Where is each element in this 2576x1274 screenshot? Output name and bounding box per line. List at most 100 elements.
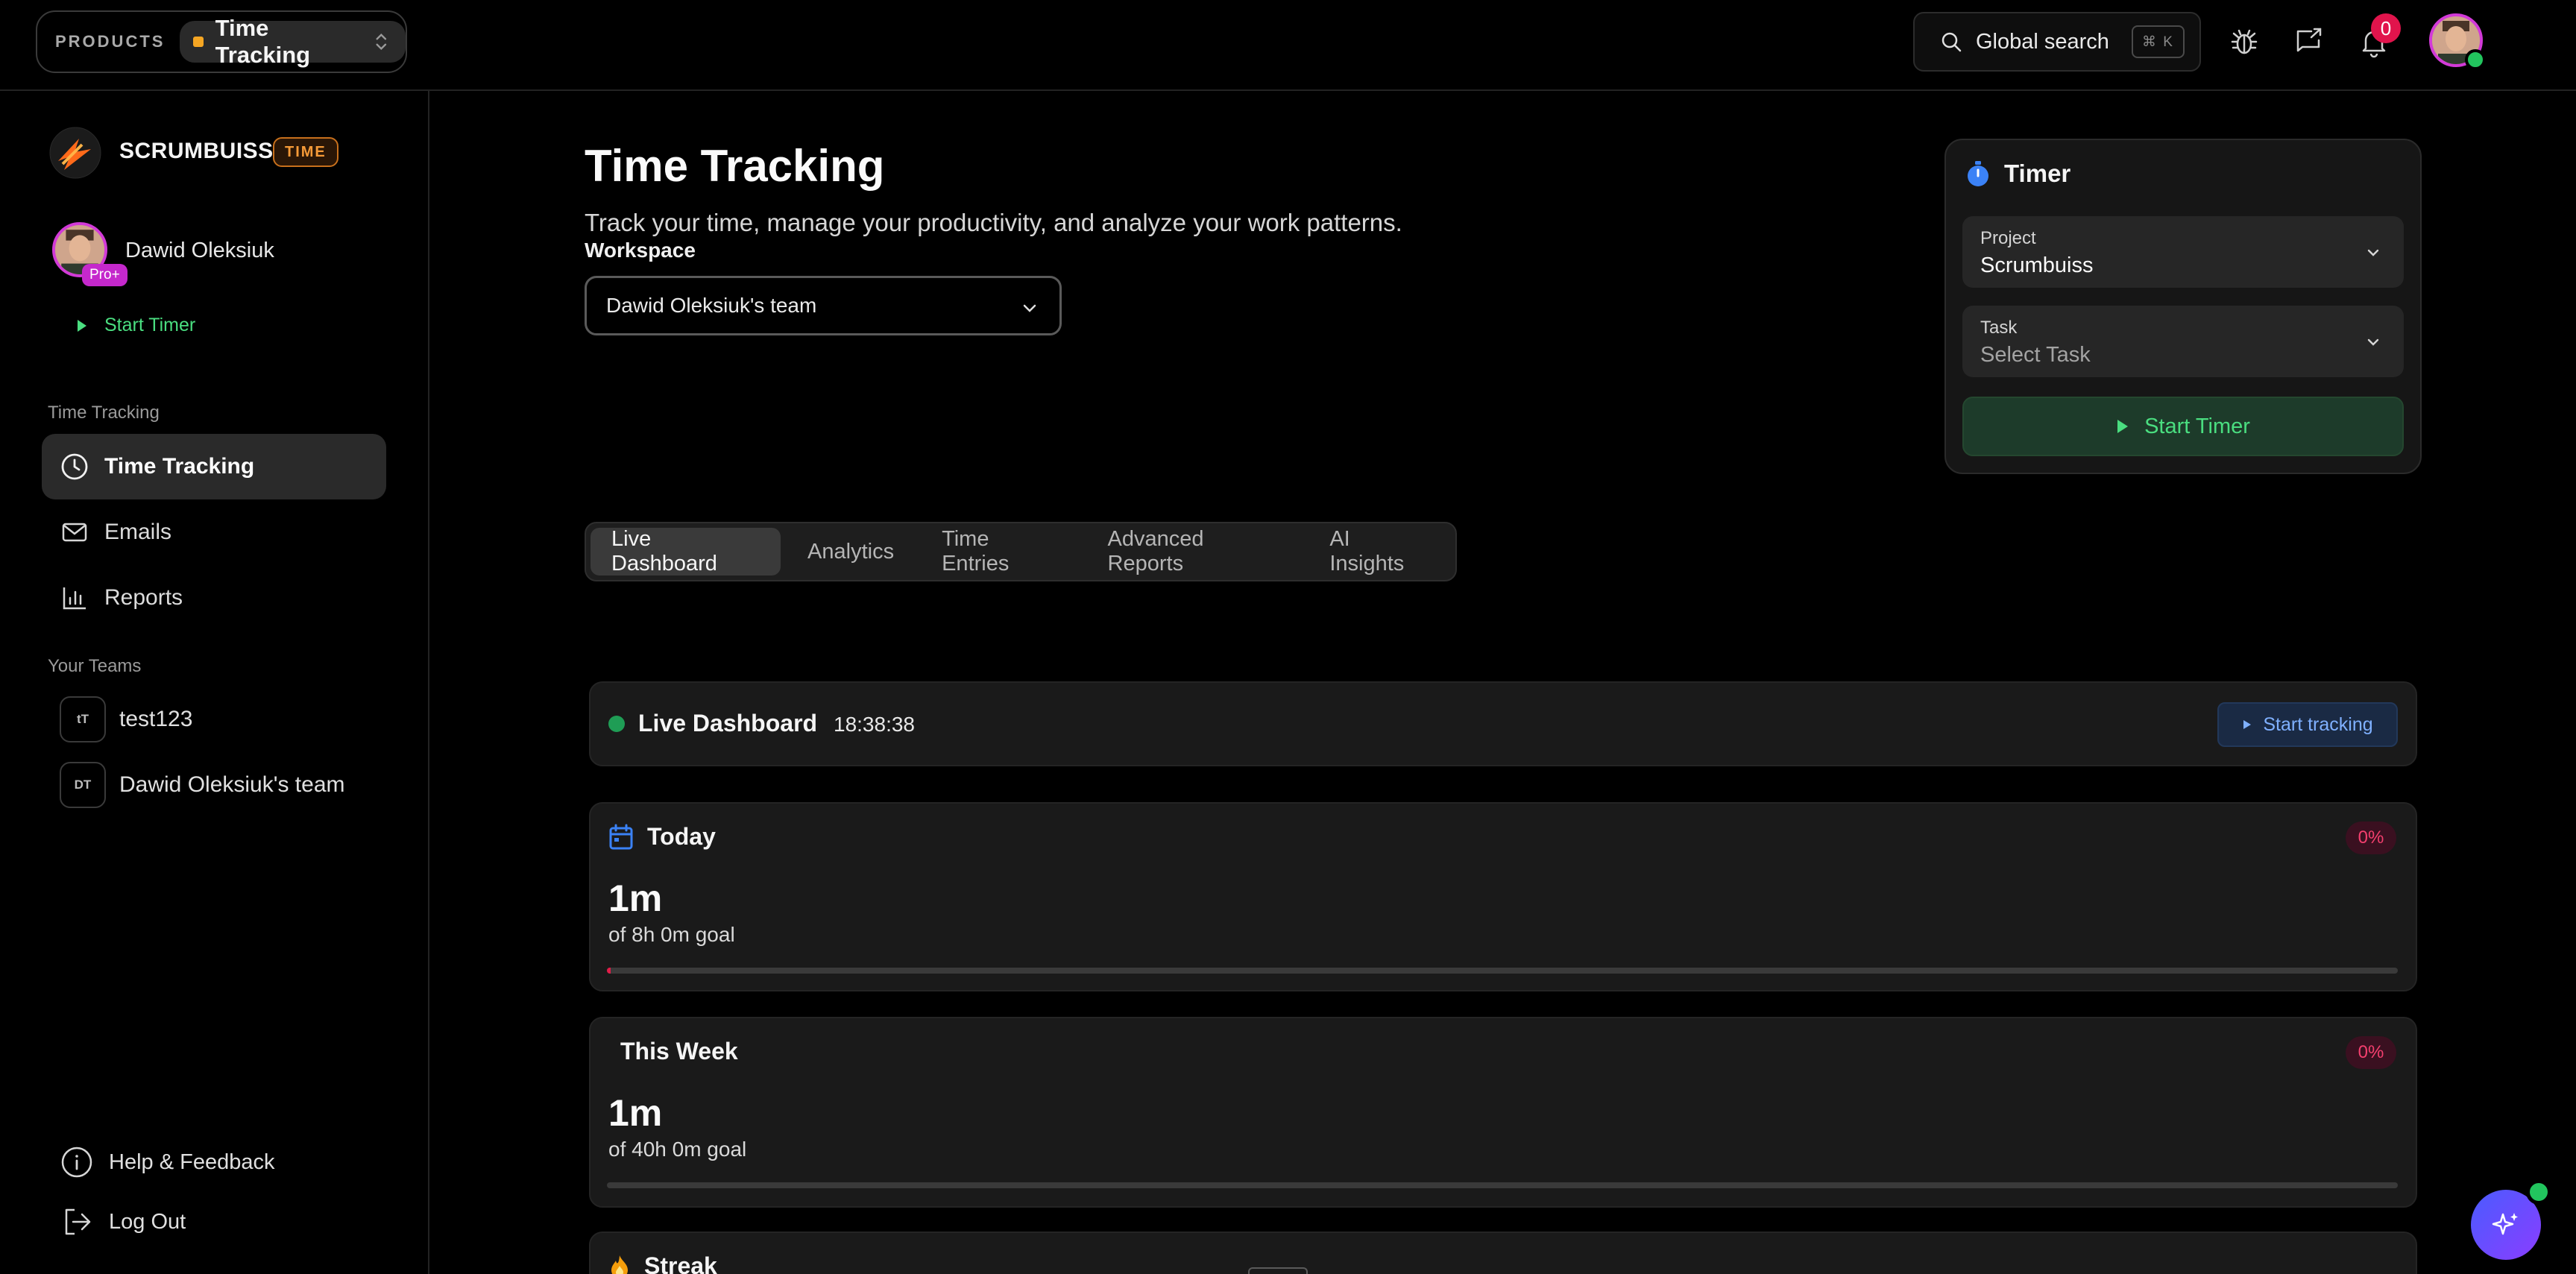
bug-icon[interactable]: [2225, 22, 2264, 61]
team-name: Dawid Oleksiuk's team: [119, 772, 345, 797]
sidebar-item-label: Reports: [104, 585, 183, 610]
section-label-teams: Your Teams: [48, 656, 142, 676]
calendar-icon: [609, 824, 633, 849]
today-card: [589, 802, 2417, 991]
sidebar-item-label: Emails: [104, 520, 172, 544]
week-card-header: This Week: [620, 1038, 738, 1065]
play-icon: [78, 319, 86, 332]
clock-icon: [61, 453, 88, 480]
team-initials-badge: DT: [60, 762, 106, 808]
sidebar-item-time-tracking[interactable]: Time Tracking: [42, 434, 386, 499]
live-clock: 18:38:38: [834, 713, 915, 736]
search-icon: [1942, 32, 1962, 52]
team-item-test123[interactable]: tT test123: [60, 696, 192, 742]
start-timer-label: Start Timer: [2144, 414, 2250, 438]
today-goal: of 8h 0m goal: [608, 923, 735, 946]
start-tracking-label: Start tracking: [2263, 713, 2373, 735]
plan-badge: Pro+: [82, 264, 127, 286]
sidebar-start-timer-button[interactable]: Start Timer: [76, 315, 195, 336]
workspace-select[interactable]: Dawid Oleksiuk's team: [585, 276, 1062, 335]
scrumbuiss-logo-icon: [49, 127, 101, 179]
sidebar-item-reports[interactable]: Reports: [42, 565, 386, 631]
search-shortcut: ⌘ K: [2131, 25, 2185, 58]
week-card: [589, 1017, 2417, 1208]
brand-name: SCRUMBUISS: [119, 139, 274, 163]
team-name: test123: [119, 707, 193, 731]
streak-card-header: Streak: [608, 1252, 717, 1274]
today-card-header: Today: [608, 823, 716, 851]
bar-chart-icon: [63, 587, 86, 610]
play-icon: [2117, 420, 2129, 433]
logout-icon: [65, 1208, 91, 1235]
week-percent-badge: 0%: [2346, 1036, 2396, 1069]
tab-time-entries[interactable]: Time Entries: [921, 527, 1080, 575]
today-progress-fill: [607, 968, 611, 974]
today-progress-bar: [607, 968, 2398, 974]
start-timer-button[interactable]: Start Timer: [1962, 397, 2404, 456]
streak-card: [589, 1232, 2417, 1274]
product-switcher[interactable]: PRODUCTS Time Tracking: [36, 10, 407, 73]
week-progress-bar: [607, 1182, 2398, 1188]
dashboard-tabs: Live Dashboard Analytics Time Entries Ad…: [585, 522, 1457, 581]
project-value: Scrumbuiss: [1980, 253, 2094, 277]
today-percent-badge: 0%: [2346, 822, 2396, 854]
page-subtitle: Track your time, manage your productivit…: [585, 209, 1402, 236]
task-select[interactable]: Task Select Task: [1962, 306, 2404, 377]
tab-analytics[interactable]: Analytics: [787, 528, 915, 575]
sidebar-user-name[interactable]: Dawid Oleksiuk: [125, 239, 274, 263]
assistant-online-dot: [2526, 1179, 2551, 1205]
sparkles-icon: [2492, 1213, 2518, 1235]
week-title: This Week: [620, 1038, 738, 1065]
streak-title: Streak: [644, 1252, 717, 1274]
workspace-value: Dawid Oleksiuk's team: [606, 294, 817, 317]
sidebar-item-emails[interactable]: Emails: [42, 499, 386, 565]
live-status-dot: [608, 716, 625, 732]
info-icon: [61, 1147, 92, 1178]
page-title: Time Tracking: [585, 141, 885, 191]
help-feedback-label: Help & Feedback: [109, 1150, 275, 1174]
chevron-up-down-icon: [376, 33, 387, 51]
tab-live-dashboard[interactable]: Live Dashboard: [591, 527, 781, 575]
help-feedback-link[interactable]: Help & Feedback: [60, 1145, 274, 1179]
start-tracking-button[interactable]: Start tracking: [2217, 702, 2398, 747]
section-label-time-tracking: Time Tracking: [48, 403, 160, 423]
current-product-name: Time Tracking: [215, 15, 311, 68]
play-icon: [2243, 720, 2252, 729]
chevron-down-icon: [2367, 249, 2379, 256]
products-label: PRODUCTS: [55, 32, 166, 51]
logout-link[interactable]: Log Out: [60, 1205, 186, 1239]
feedback-icon[interactable]: [2289, 22, 2328, 61]
week-value: 1m: [608, 1092, 663, 1134]
chevron-down-icon: [1023, 304, 1036, 312]
brand-tag: TIME: [273, 137, 338, 167]
tab-ai-insights[interactable]: AI Insights: [1309, 527, 1449, 575]
global-search[interactable]: Global search ⌘ K: [1913, 12, 2201, 72]
sidebar-start-timer-label: Start Timer: [104, 315, 196, 335]
timer-title: Timer: [2004, 160, 2071, 187]
project-label: Project: [1980, 228, 2036, 248]
today-value: 1m: [608, 877, 663, 919]
flame-icon: [611, 1255, 628, 1274]
team-item-dawid-oleksiuk-team[interactable]: DT Dawid Oleksiuk's team: [60, 762, 345, 808]
logout-label: Log Out: [109, 1209, 186, 1234]
workspace-label: Workspace: [585, 239, 696, 262]
stopwatch-icon: [1968, 161, 1988, 186]
live-dashboard-title: Live Dashboard: [638, 710, 818, 737]
tab-advanced-reports[interactable]: Advanced Reports: [1087, 527, 1303, 575]
task-placeholder: Select Task: [1980, 343, 2091, 367]
week-goal: of 40h 0m goal: [608, 1138, 747, 1161]
chevron-down-icon: [2367, 338, 2379, 346]
product-dot-icon: [193, 37, 204, 47]
mail-icon: [62, 523, 87, 542]
sidebar-item-label: Time Tracking: [104, 454, 255, 479]
team-initials-badge: tT: [60, 696, 106, 742]
timer-card-header: Timer: [1965, 160, 2070, 188]
notification-badge: 0: [2371, 13, 2401, 43]
online-status-dot: [2465, 49, 2486, 70]
today-title: Today: [647, 823, 716, 850]
search-label: Global search: [1976, 29, 2109, 54]
task-label: Task: [1980, 318, 2018, 338]
project-select[interactable]: Project Scrumbuiss: [1962, 216, 2404, 288]
streak-control[interactable]: [1248, 1267, 1308, 1274]
current-product-pill[interactable]: Time Tracking: [180, 15, 406, 68]
